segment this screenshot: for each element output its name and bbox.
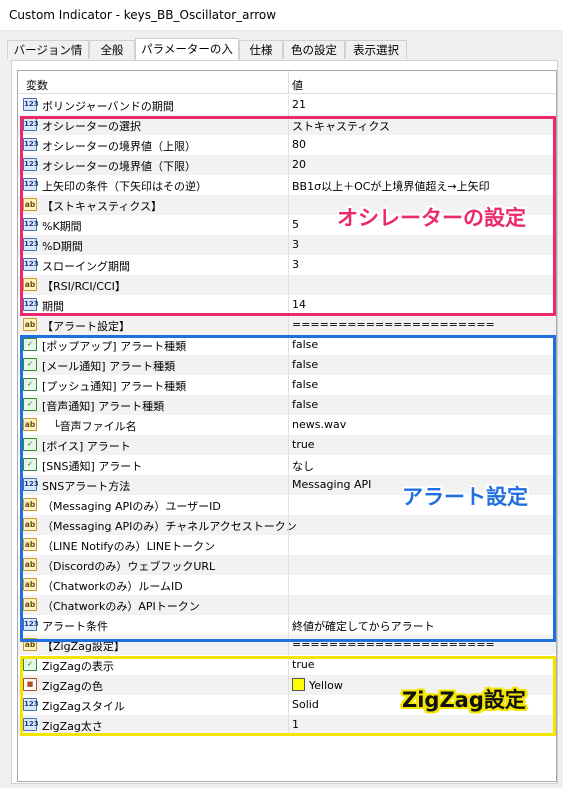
title-bar: Custom Indicator - keys_BB_Oscillator_ar… bbox=[0, 0, 563, 31]
grid-header: 変数 値 bbox=[18, 71, 556, 94]
str-type-icon: ab bbox=[23, 318, 37, 331]
num-type-icon: 123 bbox=[23, 98, 39, 111]
parameter-value[interactable]: 21 bbox=[292, 98, 306, 111]
column-divider bbox=[288, 71, 289, 93]
column-header-value: 値 bbox=[292, 79, 303, 92]
tab-version-info[interactable]: バージョン情報 bbox=[7, 40, 89, 76]
alert-settings-label: アラート設定 bbox=[402, 485, 528, 509]
oscillator-settings-label: オシレーターの設定 bbox=[337, 206, 526, 230]
zigzag-settings-label: ZigZag設定 bbox=[402, 688, 526, 712]
tab-parameters[interactable]: パラメーターの入力 bbox=[135, 38, 239, 77]
tab-general[interactable]: 全般 bbox=[89, 40, 135, 59]
parameter-row[interactable]: ab 【アラート設定】 ====================== bbox=[18, 315, 556, 335]
column-divider bbox=[288, 315, 289, 335]
parameter-value-text: ====================== bbox=[292, 318, 495, 331]
parameter-name: 【アラート設定】 bbox=[42, 320, 130, 333]
window-title: Custom Indicator - keys_BB_Oscillator_ar… bbox=[9, 8, 277, 22]
tab-color-settings[interactable]: 色の設定 bbox=[283, 40, 345, 59]
parameter-row[interactable]: 123 ボリンジャーバンドの期間 21 bbox=[18, 95, 556, 115]
parameter-name: ボリンジャーバンドの期間 bbox=[42, 100, 174, 113]
parameter-value[interactable]: ====================== bbox=[292, 318, 495, 331]
tab-display-select[interactable]: 表示選択 bbox=[345, 40, 407, 59]
column-header-variable: 変数 bbox=[26, 79, 48, 92]
parameter-value-text: 21 bbox=[292, 98, 306, 111]
tab-spec[interactable]: 仕様 bbox=[239, 40, 283, 59]
column-divider bbox=[288, 95, 289, 115]
